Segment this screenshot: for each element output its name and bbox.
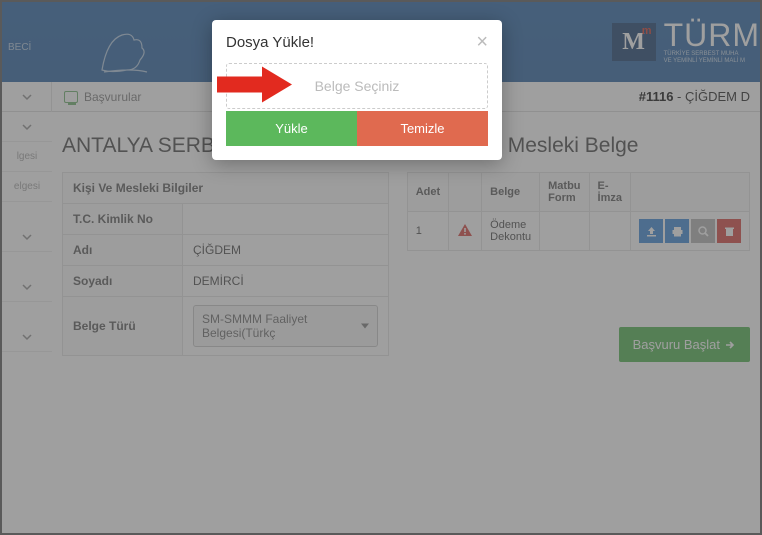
- file-select-placeholder: Belge Seçiniz: [315, 78, 400, 94]
- modal-close-button[interactable]: ×: [476, 32, 488, 52]
- modal-clear-button[interactable]: Temizle: [357, 111, 488, 146]
- red-arrow-annotation: [217, 67, 297, 106]
- file-select-dropzone[interactable]: Belge Seçiniz: [226, 63, 488, 109]
- modal-title: Dosya Yükle!: [226, 34, 488, 51]
- modal-upload-button[interactable]: Yükle: [226, 111, 357, 146]
- upload-modal: Dosya Yükle! × Belge Seçiniz Yükle Temiz…: [212, 20, 502, 160]
